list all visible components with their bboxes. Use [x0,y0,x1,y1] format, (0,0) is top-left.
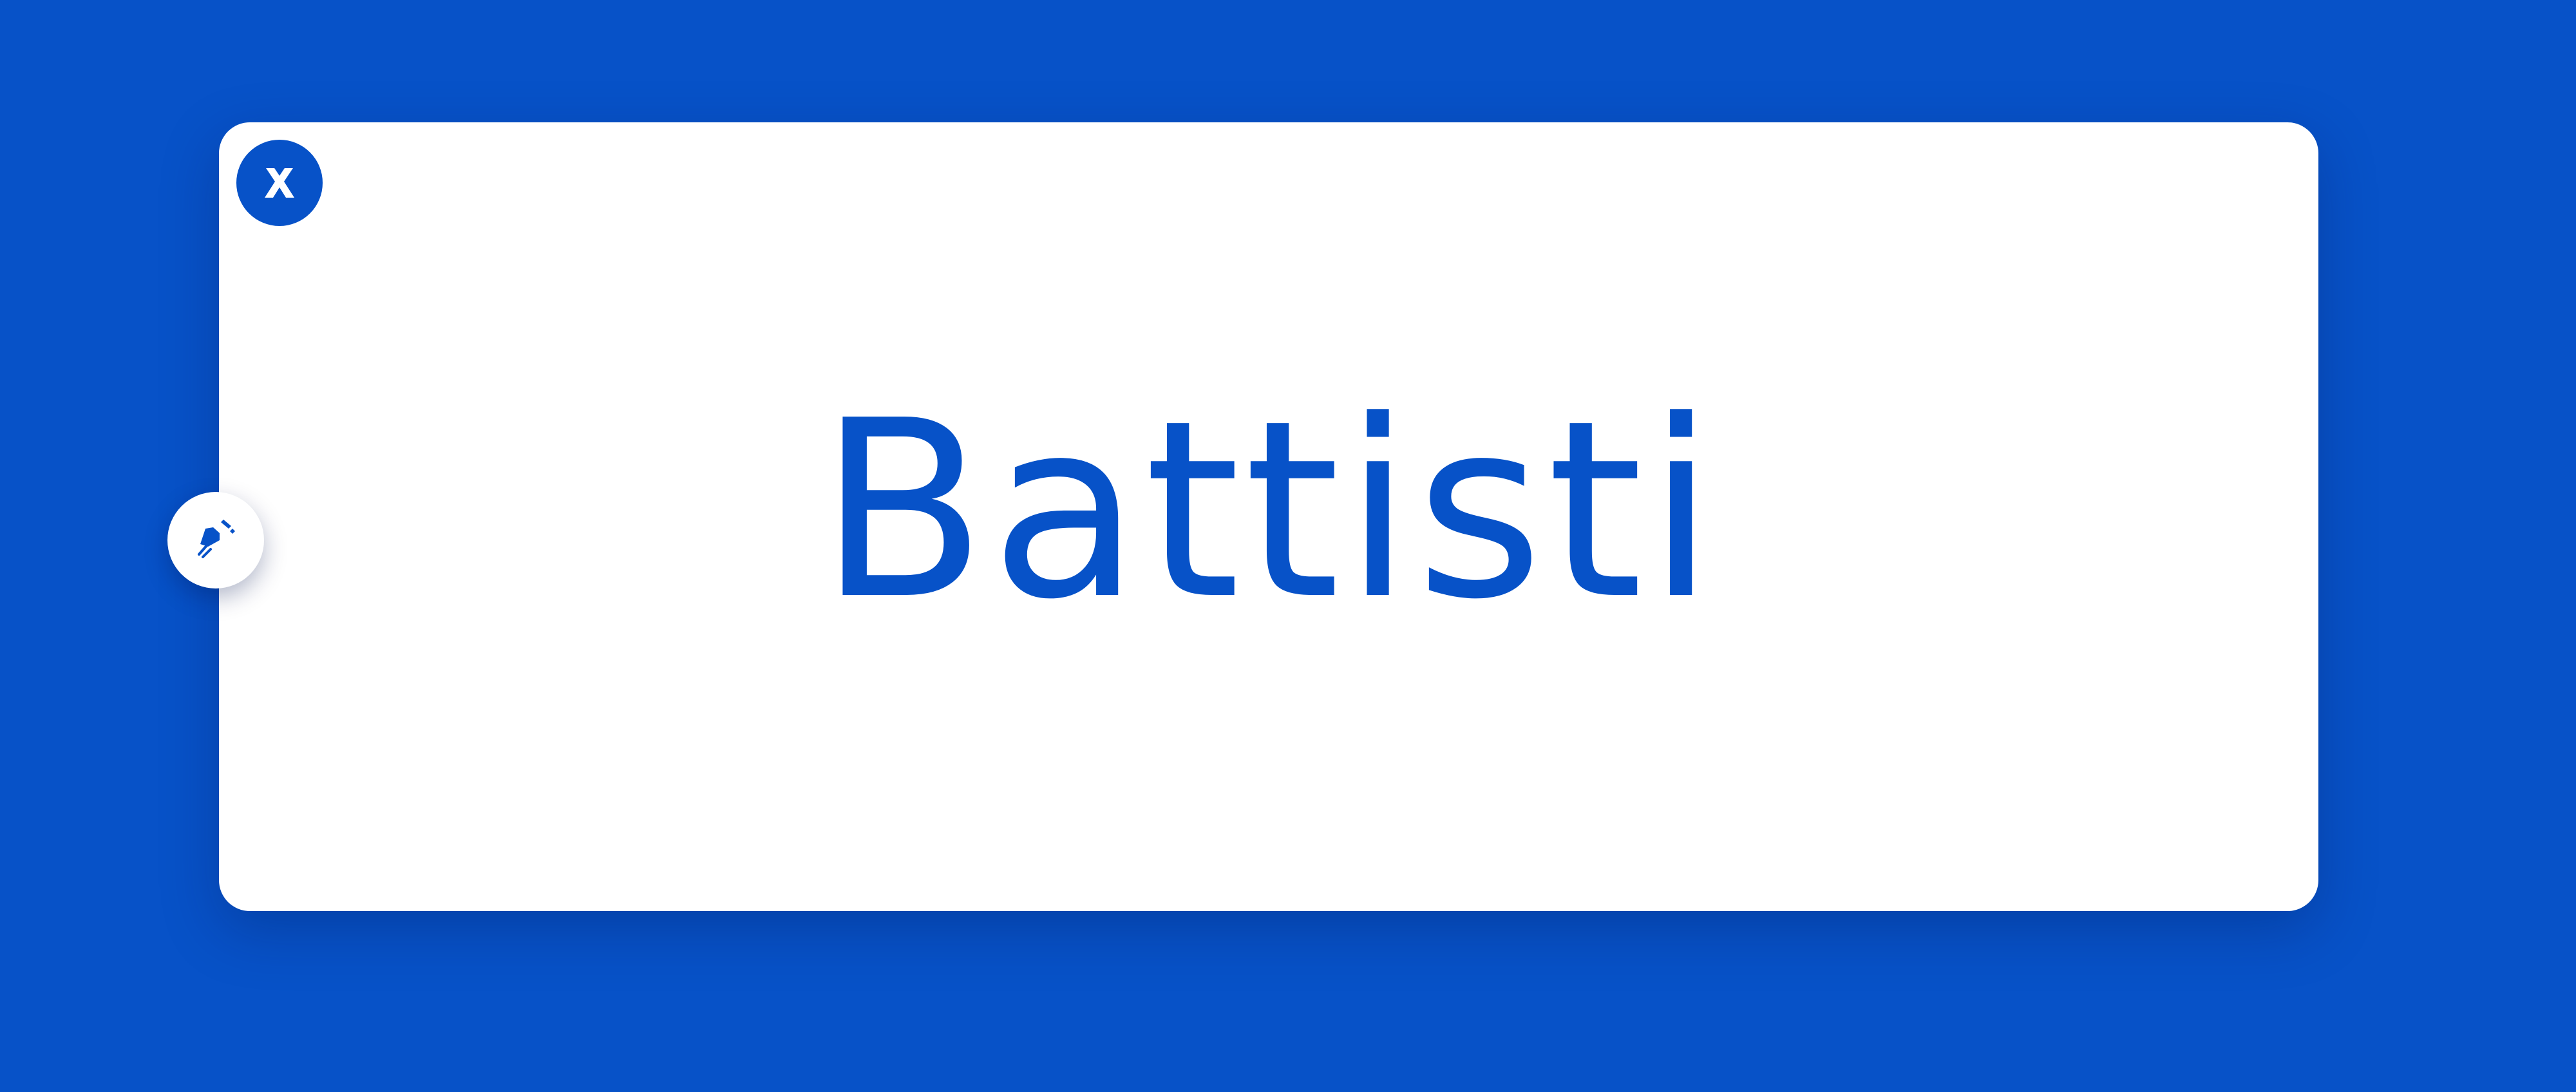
close-icon [261,164,298,202]
edit-button[interactable] [167,492,264,588]
app-canvas: Battisti [0,0,2576,1092]
close-button[interactable] [236,140,323,226]
logo-area: Battisti [219,122,2318,911]
logo-wordmark: Battisti [819,367,1719,653]
pen-nib-icon [191,516,240,565]
